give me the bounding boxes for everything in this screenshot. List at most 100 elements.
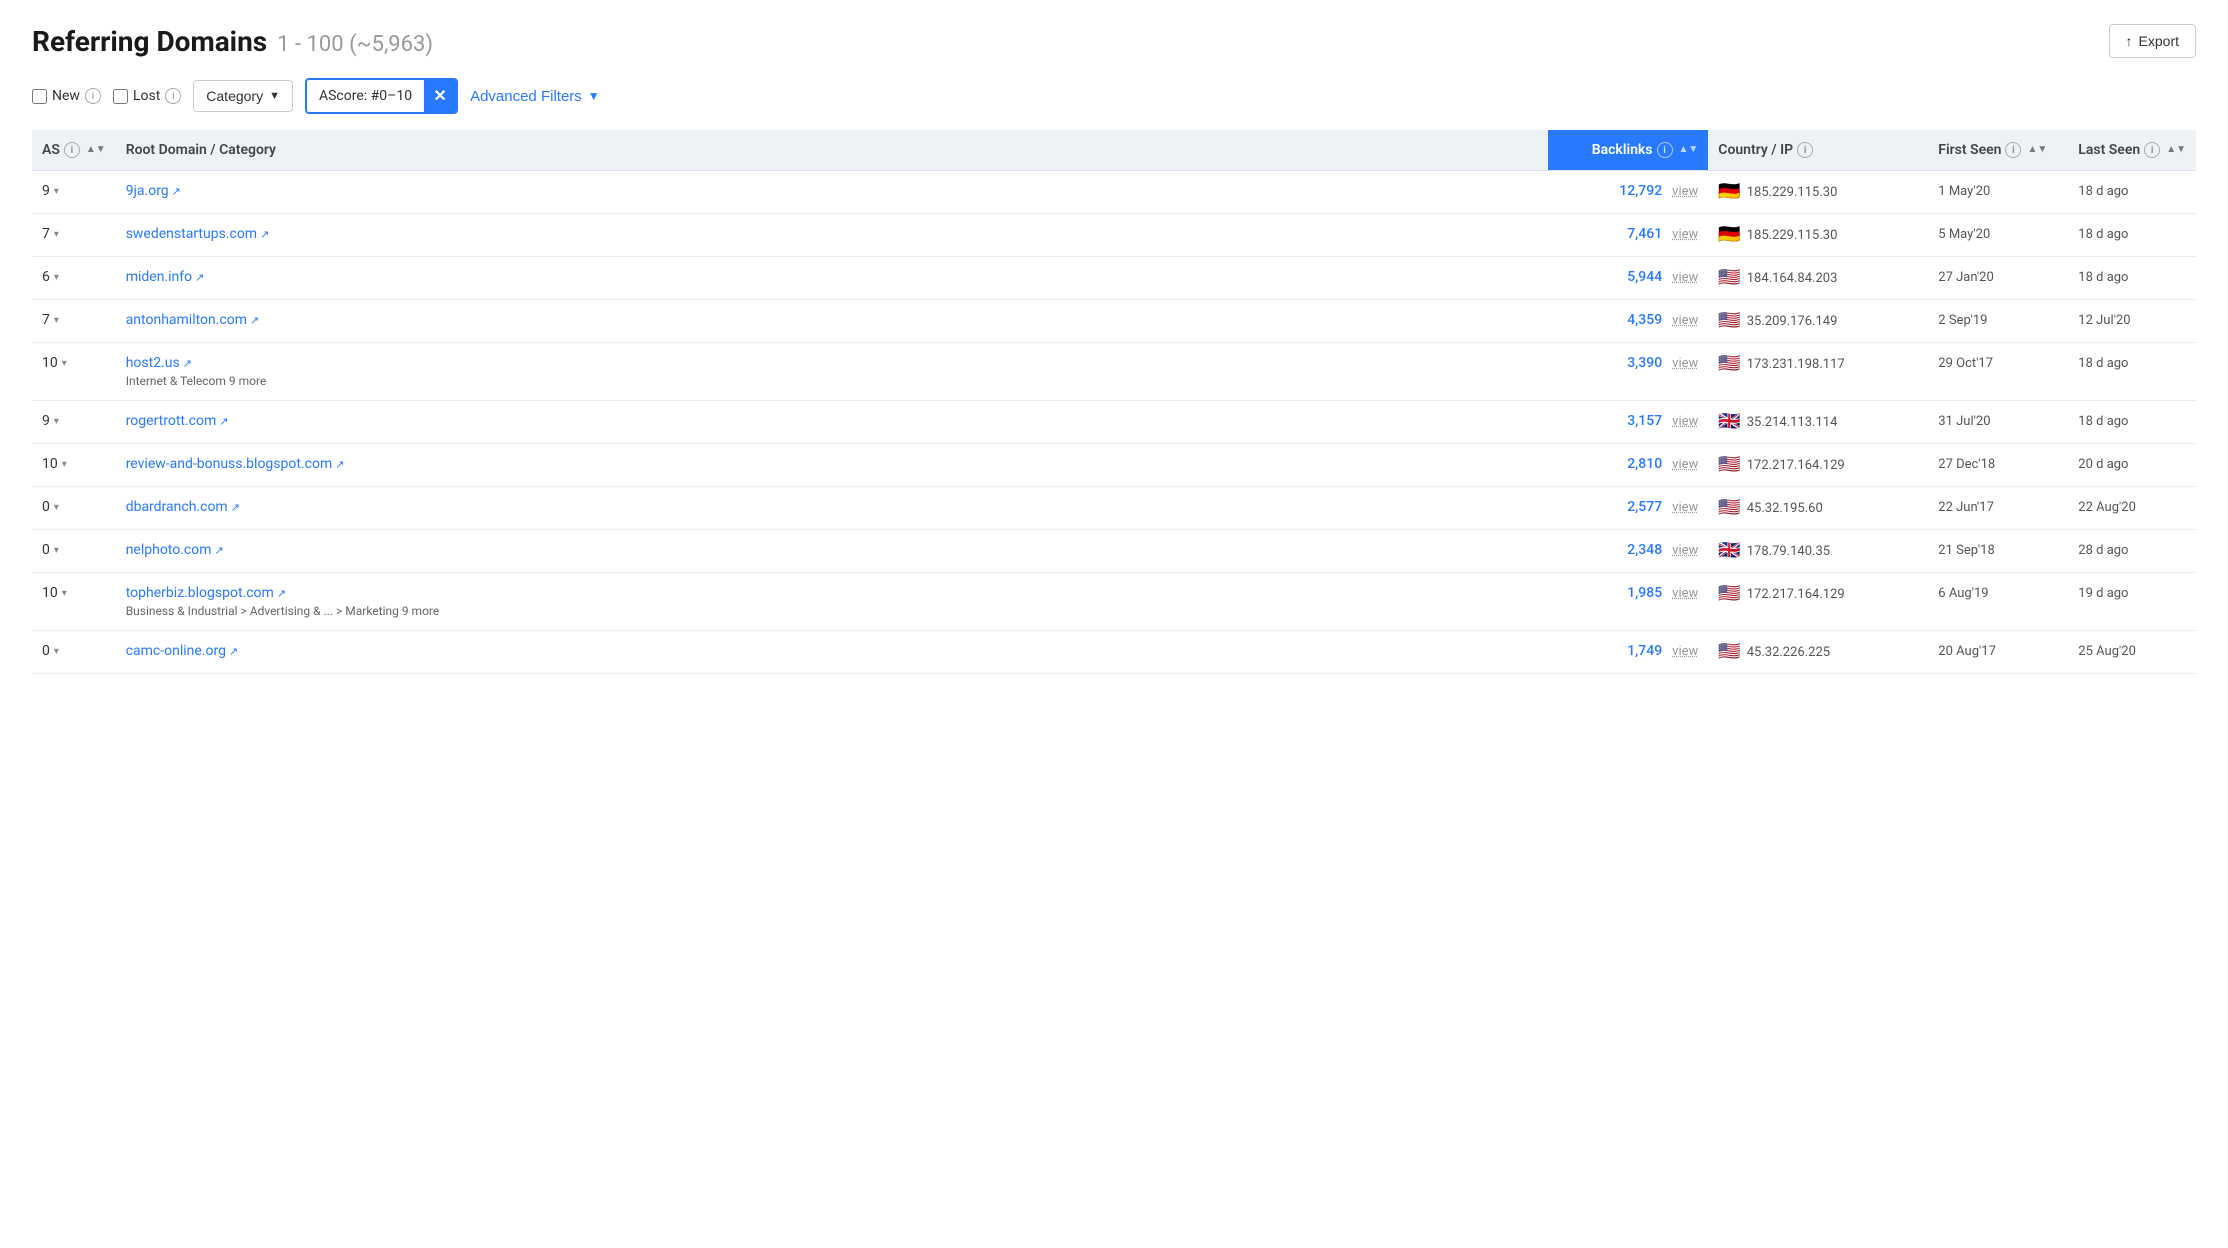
col-header-backlinks[interactable]: Backlinks i ▲▼ [1548, 130, 1708, 171]
backlinks-cell: 2,577 view [1558, 499, 1698, 515]
table-row: 10 ▾ topherbiz.blogspot.com↗Business & I… [32, 573, 2196, 631]
cell-last-seen: 25 Aug'20 [2068, 631, 2196, 674]
backlinks-number: 5,944 [1627, 269, 1662, 285]
view-link[interactable]: view [1672, 414, 1698, 429]
ascore-clear-button[interactable]: ✕ [424, 80, 456, 112]
last-seen-date: 18 d ago [2078, 356, 2128, 371]
country-cell: 🇺🇸 172.217.164.129 [1718, 585, 1918, 603]
as-chevron-icon[interactable]: ▾ [62, 588, 67, 599]
ascore-label: AScore: #0–10 [307, 82, 424, 110]
country-flag: 🇺🇸 [1718, 499, 1740, 517]
as-number: 0 [42, 499, 50, 515]
cell-country: 🇺🇸 172.217.164.129 [1708, 573, 1928, 631]
page-header: Referring Domains 1 - 100 (~5,963) ↑ Exp… [32, 24, 2196, 58]
country-flag: 🇬🇧 [1718, 413, 1740, 431]
as-chevron-icon[interactable]: ▾ [54, 545, 59, 556]
as-number: 0 [42, 542, 50, 558]
table-row: 6 ▾ miden.info↗ 5,944 view 🇺🇸 184.164.84… [32, 257, 2196, 300]
view-link[interactable]: view [1672, 500, 1698, 515]
new-checkbox[interactable] [32, 89, 47, 104]
cell-backlinks: 3,157 view [1548, 401, 1708, 444]
col-header-country: Country / IP i [1708, 130, 1928, 171]
country-cell: 🇩🇪 185.229.115.30 [1718, 226, 1918, 244]
as-value: 7 ▾ [42, 312, 106, 328]
backlinks-cell: 5,944 view [1558, 269, 1698, 285]
ip-address: 172.217.164.129 [1747, 587, 1845, 602]
view-link[interactable]: view [1672, 184, 1698, 199]
external-link-icon: ↗ [335, 458, 344, 471]
cell-last-seen: 12 Jul'20 [2068, 300, 2196, 343]
ip-address: 184.164.84.203 [1747, 271, 1838, 286]
backlinks-number: 7,461 [1627, 226, 1662, 242]
cell-last-seen: 19 d ago [2068, 573, 2196, 631]
col-header-last-seen[interactable]: Last Seen i ▲▼ [2068, 130, 2196, 171]
as-chevron-icon[interactable]: ▾ [54, 646, 59, 657]
domain-link[interactable]: miden.info↗ [126, 269, 205, 285]
advanced-filters-button[interactable]: Advanced Filters ▼ [470, 88, 600, 105]
cell-last-seen: 18 d ago [2068, 401, 2196, 444]
lost-checkbox[interactable] [113, 89, 128, 104]
col-header-first-seen[interactable]: First Seen i ▲▼ [1928, 130, 2068, 171]
title-group: Referring Domains 1 - 100 (~5,963) [32, 25, 433, 58]
backlinks-number: 3,157 [1627, 413, 1662, 429]
as-chevron-icon[interactable]: ▾ [54, 315, 59, 326]
as-number: 10 [42, 355, 58, 371]
view-link[interactable]: view [1672, 644, 1698, 659]
category-dropdown[interactable]: Category ▼ [193, 80, 293, 112]
country-flag: 🇺🇸 [1718, 456, 1740, 474]
domain-link[interactable]: review-and-bonuss.blogspot.com↗ [126, 456, 345, 472]
last-seen-date: 20 d ago [2078, 457, 2128, 472]
view-link[interactable]: view [1672, 313, 1698, 328]
domain-link[interactable]: rogertrott.com↗ [126, 413, 229, 429]
as-chevron-icon[interactable]: ▾ [54, 186, 59, 197]
as-value: 9 ▾ [42, 413, 106, 429]
domain-link[interactable]: camc-online.org↗ [126, 643, 238, 659]
as-info-icon: i [64, 142, 80, 158]
export-button[interactable]: ↑ Export [2109, 24, 2196, 58]
as-chevron-icon[interactable]: ▾ [54, 229, 59, 240]
cell-backlinks: 4,359 view [1548, 300, 1708, 343]
cell-as: 7 ▾ [32, 214, 116, 257]
cell-first-seen: 6 Aug'19 [1928, 573, 2068, 631]
domain-link[interactable]: 9ja.org↗ [126, 183, 181, 199]
cell-domain: swedenstartups.com↗ [116, 214, 1549, 257]
domain-link[interactable]: nelphoto.com↗ [126, 542, 224, 558]
cell-last-seen: 18 d ago [2068, 343, 2196, 401]
domain-link[interactable]: swedenstartups.com↗ [126, 226, 270, 242]
domain-link[interactable]: host2.us↗ [126, 355, 192, 371]
as-chevron-icon[interactable]: ▾ [54, 502, 59, 513]
cell-as: 10 ▾ [32, 343, 116, 401]
external-link-icon: ↗ [183, 357, 192, 370]
new-filter-label[interactable]: New i [32, 88, 101, 104]
as-chevron-icon[interactable]: ▾ [62, 358, 67, 369]
cell-last-seen: 18 d ago [2068, 257, 2196, 300]
ip-address: 35.214.113.114 [1747, 415, 1838, 430]
country-cell: 🇺🇸 172.217.164.129 [1718, 456, 1918, 474]
view-link[interactable]: view [1672, 356, 1698, 371]
last-seen-date: 25 Aug'20 [2078, 644, 2136, 659]
view-link[interactable]: view [1672, 270, 1698, 285]
ip-address: 173.231.198.117 [1747, 357, 1845, 372]
domain-link[interactable]: dbardranch.com↗ [126, 499, 240, 515]
lost-filter-label[interactable]: Lost i [113, 88, 181, 104]
col-header-as[interactable]: AS i ▲▼ [32, 130, 116, 171]
country-cell: 🇺🇸 35.209.176.149 [1718, 312, 1918, 330]
view-link[interactable]: view [1672, 586, 1698, 601]
domain-link[interactable]: topherbiz.blogspot.com↗ [126, 585, 286, 601]
as-chevron-icon[interactable]: ▾ [62, 459, 67, 470]
cell-last-seen: 18 d ago [2068, 214, 2196, 257]
as-number: 7 [42, 226, 50, 242]
external-link-icon: ↗ [250, 314, 259, 327]
view-link[interactable]: view [1672, 227, 1698, 242]
view-link[interactable]: view [1672, 543, 1698, 558]
cell-backlinks: 2,348 view [1548, 530, 1708, 573]
country-flag: 🇺🇸 [1718, 643, 1740, 661]
country-flag: 🇺🇸 [1718, 269, 1740, 287]
view-link[interactable]: view [1672, 457, 1698, 472]
ip-address: 45.32.226.225 [1747, 645, 1830, 660]
table-header: AS i ▲▼ Root Domain / Category Backlinks… [32, 130, 2196, 171]
ip-address: 185.229.115.30 [1747, 228, 1838, 243]
as-chevron-icon[interactable]: ▾ [54, 272, 59, 283]
domain-link[interactable]: antonhamilton.com↗ [126, 312, 260, 328]
as-chevron-icon[interactable]: ▾ [54, 416, 59, 427]
